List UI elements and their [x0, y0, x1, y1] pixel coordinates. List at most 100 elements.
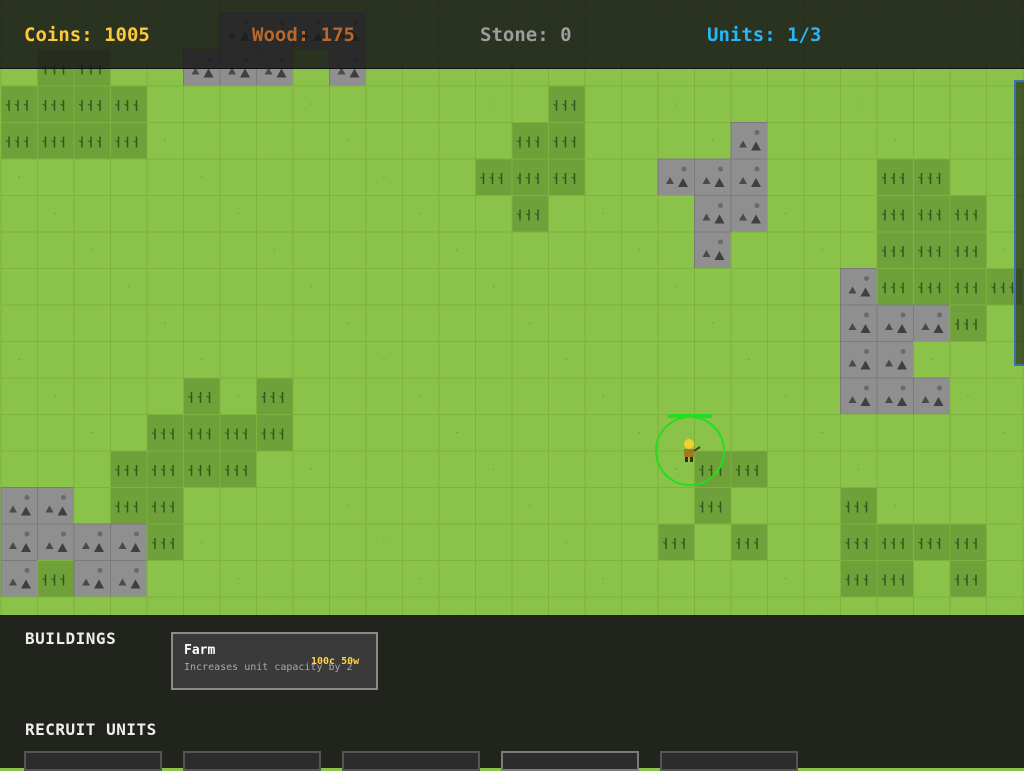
forest-tile[interactable]	[256, 414, 294, 452]
grass-tile[interactable]	[621, 341, 659, 379]
grass-tile[interactable]	[438, 304, 476, 342]
rock-tile[interactable]	[0, 523, 38, 561]
grass-tile[interactable]	[329, 560, 367, 598]
grass-tile[interactable]	[37, 231, 75, 269]
grass-tile[interactable]	[694, 268, 732, 306]
grass-tile[interactable]	[256, 523, 294, 561]
grass-tile[interactable]	[402, 487, 440, 525]
grass-tile[interactable]	[402, 268, 440, 306]
grass-tile[interactable]	[110, 414, 148, 452]
grass-tile[interactable]	[219, 158, 257, 196]
grass-tile[interactable]	[402, 450, 440, 488]
grass-tile[interactable]	[292, 560, 330, 598]
grass-tile[interactable]	[475, 231, 513, 269]
grass-tile[interactable]	[694, 377, 732, 415]
grass-tile[interactable]	[0, 377, 38, 415]
grass-tile[interactable]	[438, 523, 476, 561]
grass-tile[interactable]	[256, 560, 294, 598]
rock-tile[interactable]	[913, 304, 951, 342]
grass-tile[interactable]	[292, 377, 330, 415]
grass-tile[interactable]	[767, 377, 805, 415]
rock-tile[interactable]	[840, 268, 878, 306]
rock-tile[interactable]	[913, 377, 951, 415]
grass-tile[interactable]	[913, 560, 951, 598]
grass-tile[interactable]	[219, 377, 257, 415]
grass-tile[interactable]	[0, 450, 38, 488]
forest-tile[interactable]	[110, 122, 148, 160]
grass-tile[interactable]	[0, 304, 38, 342]
grass-tile[interactable]	[657, 487, 695, 525]
forest-tile[interactable]	[37, 560, 75, 598]
grass-tile[interactable]	[402, 195, 440, 233]
grass-tile[interactable]	[803, 523, 841, 561]
grass-tile[interactable]	[913, 85, 951, 123]
grass-tile[interactable]	[146, 85, 184, 123]
grass-tile[interactable]	[876, 85, 914, 123]
grass-tile[interactable]	[913, 414, 951, 452]
grass-tile[interactable]	[803, 85, 841, 123]
grass-tile[interactable]	[37, 341, 75, 379]
grass-tile[interactable]	[73, 414, 111, 452]
grass-tile[interactable]	[365, 341, 403, 379]
grass-tile[interactable]	[548, 414, 586, 452]
grass-tile[interactable]	[329, 195, 367, 233]
forest-tile[interactable]	[511, 195, 549, 233]
grass-tile[interactable]	[256, 158, 294, 196]
grass-tile[interactable]	[949, 158, 987, 196]
grass-tile[interactable]	[183, 158, 221, 196]
grass-tile[interactable]	[803, 158, 841, 196]
rock-tile[interactable]	[37, 523, 75, 561]
forest-tile[interactable]	[913, 523, 951, 561]
forest-tile[interactable]	[949, 523, 987, 561]
forest-tile[interactable]	[110, 85, 148, 123]
grass-tile[interactable]	[329, 304, 367, 342]
grass-tile[interactable]	[256, 304, 294, 342]
grass-tile[interactable]	[292, 341, 330, 379]
grass-tile[interactable]	[621, 377, 659, 415]
grass-tile[interactable]	[803, 195, 841, 233]
grass-tile[interactable]	[584, 341, 622, 379]
grass-tile[interactable]	[219, 268, 257, 306]
grass-tile[interactable]	[219, 560, 257, 598]
grass-tile[interactable]	[365, 268, 403, 306]
grass-tile[interactable]	[840, 414, 878, 452]
rock-tile[interactable]	[876, 341, 914, 379]
side-panel-edge[interactable]	[1014, 80, 1024, 366]
grass-tile[interactable]	[0, 414, 38, 452]
grass-tile[interactable]	[37, 450, 75, 488]
grass-tile[interactable]	[511, 487, 549, 525]
grass-tile[interactable]	[292, 195, 330, 233]
grass-tile[interactable]	[584, 523, 622, 561]
grass-tile[interactable]	[657, 341, 695, 379]
grass-tile[interactable]	[475, 122, 513, 160]
recruit-unit-slot[interactable]	[501, 751, 639, 771]
forest-tile[interactable]	[840, 560, 878, 598]
grass-tile[interactable]	[803, 377, 841, 415]
grass-tile[interactable]	[146, 560, 184, 598]
forest-tile[interactable]	[548, 122, 586, 160]
forest-tile[interactable]	[949, 560, 987, 598]
grass-tile[interactable]	[183, 122, 221, 160]
grass-tile[interactable]	[840, 122, 878, 160]
grass-tile[interactable]	[329, 523, 367, 561]
grass-tile[interactable]	[913, 122, 951, 160]
grass-tile[interactable]	[548, 487, 586, 525]
grass-tile[interactable]	[219, 523, 257, 561]
grass-tile[interactable]	[146, 304, 184, 342]
grass-tile[interactable]	[475, 523, 513, 561]
grass-tile[interactable]	[73, 341, 111, 379]
grass-tile[interactable]	[986, 450, 1024, 488]
grass-tile[interactable]	[767, 304, 805, 342]
grass-tile[interactable]	[621, 304, 659, 342]
forest-tile[interactable]	[876, 231, 914, 269]
grass-tile[interactable]	[803, 560, 841, 598]
grass-tile[interactable]	[475, 341, 513, 379]
grass-tile[interactable]	[438, 85, 476, 123]
grass-tile[interactable]	[438, 414, 476, 452]
grass-tile[interactable]	[767, 122, 805, 160]
grass-tile[interactable]	[0, 268, 38, 306]
grass-tile[interactable]	[256, 450, 294, 488]
grass-tile[interactable]	[621, 450, 659, 488]
grass-tile[interactable]	[365, 304, 403, 342]
grass-tile[interactable]	[365, 414, 403, 452]
